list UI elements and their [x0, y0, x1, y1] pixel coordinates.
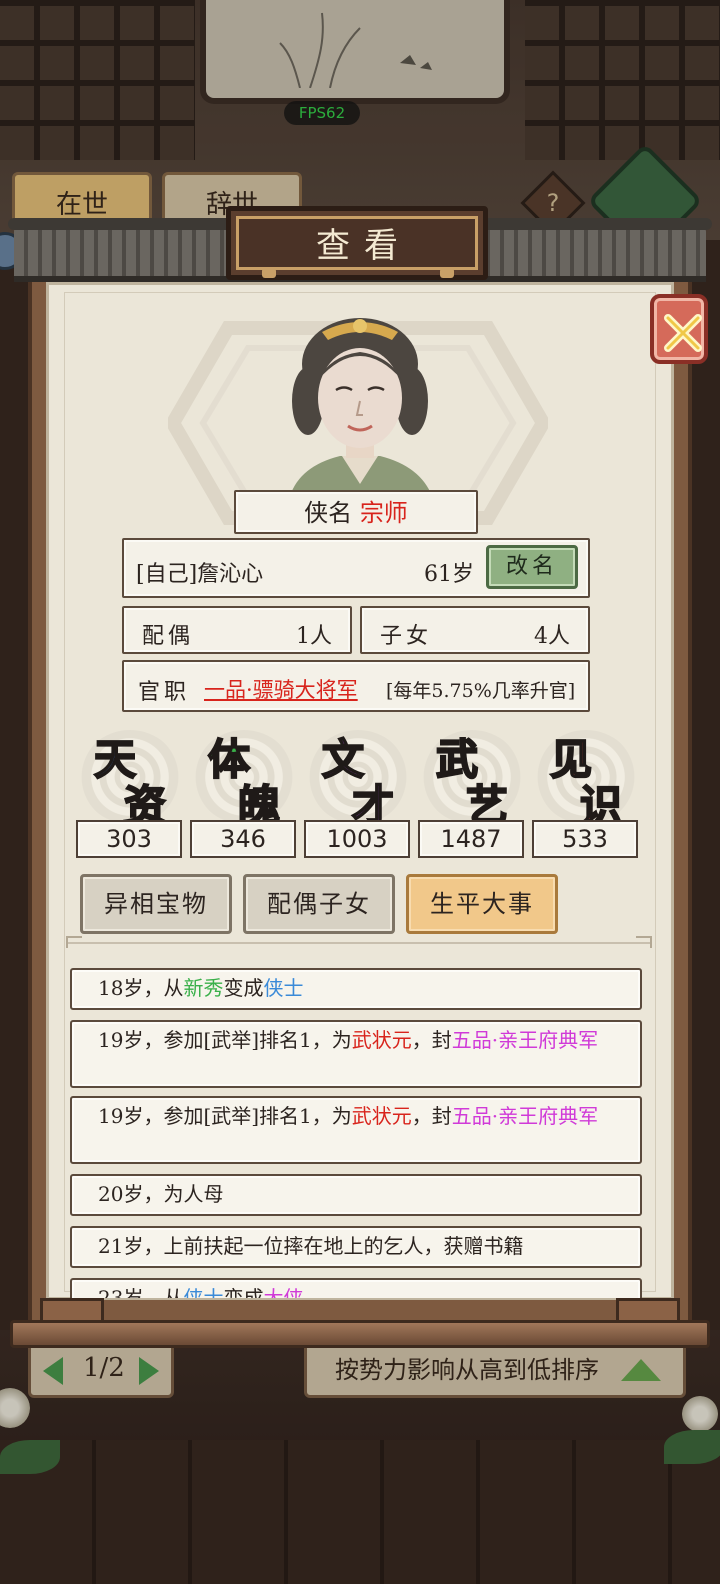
title-field: 侠名 宗师 [234, 490, 478, 534]
office-field: 官职 一品·骠骑大将军 [每年5.75%几率升官] [122, 660, 590, 712]
children-label: 子女 [380, 624, 433, 649]
children-count: 4人 [534, 624, 570, 649]
character-portrait [290, 318, 432, 496]
spouse-count: 1人 [296, 624, 332, 649]
list-item: 19岁，参加[武举]排名1，为武状元，封五品·亲王府典军 [70, 1020, 642, 1088]
list-item: 19岁，参加[武举]排名1，为武状元，封五品·亲王府典军 [70, 1096, 642, 1164]
office-rank-link[interactable]: 一品·骠骑大将军 [204, 674, 358, 704]
physique-attribute-icon: 体 魄 [190, 722, 298, 831]
literary-attribute-icon: 文 才 [304, 722, 412, 831]
character-age: 61岁 [424, 562, 474, 587]
spouse-label: 配偶 [142, 624, 195, 649]
list-item: 20岁，为人母 [70, 1174, 642, 1216]
tab-family[interactable]: 配偶子女 [243, 874, 395, 934]
talent-attribute-icon: 天 资 [76, 722, 184, 831]
spouse-field: 配偶 1人 [122, 606, 352, 654]
list-item: 21岁，上前扶起一位摔在地上的乞人，获赠书籍 [70, 1226, 642, 1268]
tab-life-events[interactable]: 生平大事 [406, 874, 558, 934]
insight-attribute-icon: 见 识 [532, 722, 640, 831]
list-item: 18岁，从新秀变成侠士 [70, 968, 642, 1010]
tab-treasures[interactable]: 异相宝物 [80, 874, 232, 934]
list-item: 23岁，从侠士变成大侠 [70, 1278, 642, 1298]
promotion-rate: [每年5.75%几率升官] [386, 680, 576, 702]
physique-value: 346 [190, 820, 296, 858]
scroll-bottom-roller [10, 1298, 710, 1360]
tab-life-events-label: 生平大事 [430, 890, 534, 918]
martial-value: 1487 [418, 820, 524, 858]
talent-value: 303 [76, 820, 182, 858]
literary-value: 1003 [304, 820, 410, 858]
section-divider [66, 936, 652, 950]
children-field: 子女 4人 [360, 606, 590, 654]
tab-treasures-label: 异相宝物 [104, 890, 208, 918]
tab-family-label: 配偶子女 [267, 890, 371, 918]
close-button[interactable] [650, 294, 708, 364]
title-label: 侠名 [304, 499, 353, 527]
title-value: 宗师 [359, 499, 408, 527]
character-name: [自己]詹沁心 [136, 562, 264, 587]
events-list[interactable]: 18岁，从新秀变成侠士 19岁，参加[武举]排名1，为武状元，封五品·亲王府典军… [70, 962, 644, 1298]
insight-value: 533 [532, 820, 638, 858]
rename-button[interactable]: 改名 [486, 545, 578, 589]
close-icon [664, 314, 702, 352]
martial-attribute-icon: 武 艺 [418, 722, 526, 831]
office-label: 官职 [138, 680, 191, 705]
modal-title: 查看 [316, 226, 412, 266]
